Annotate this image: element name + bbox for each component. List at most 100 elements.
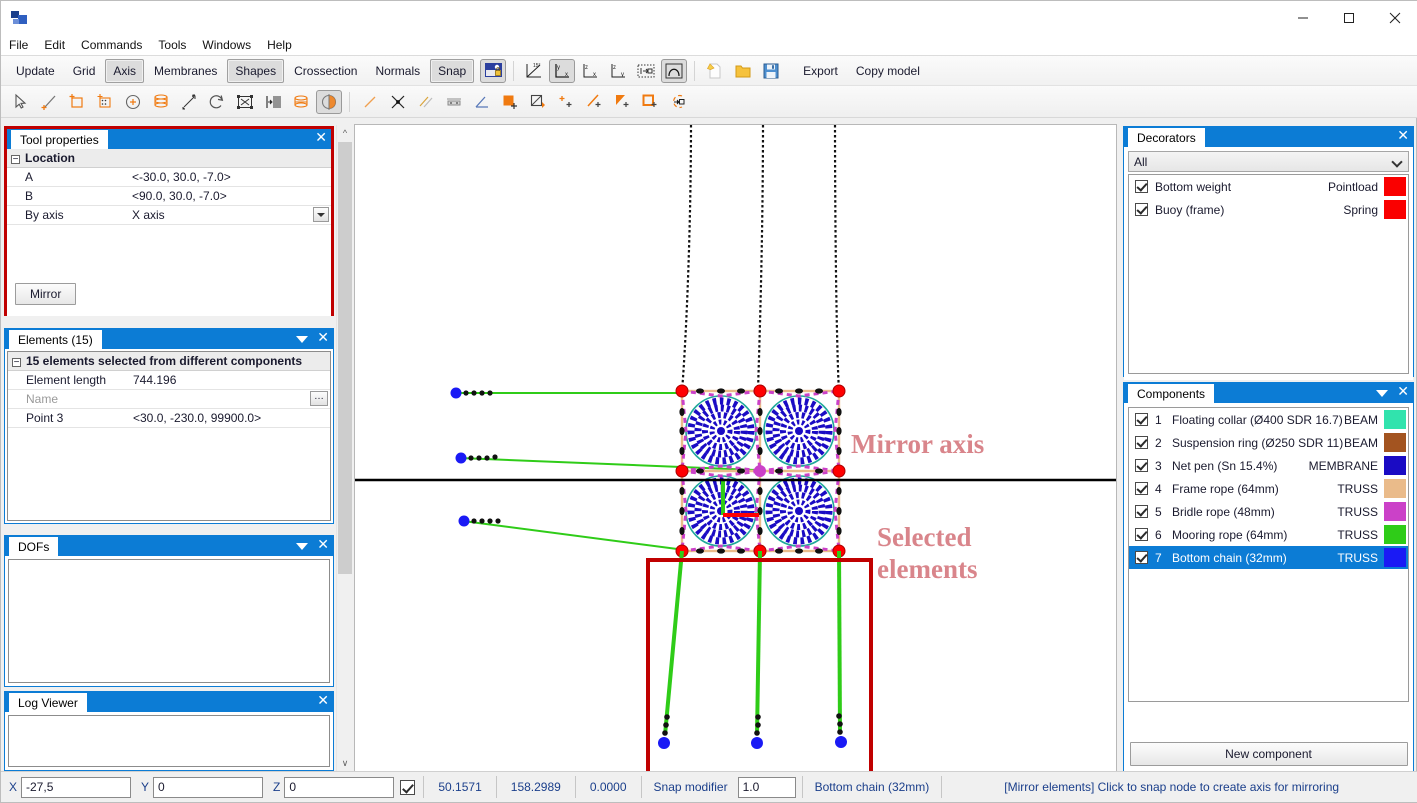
scale-icon[interactable] [176, 90, 202, 114]
add-triangle-icon[interactable] [609, 90, 635, 114]
components-menu-caret-icon[interactable] [1376, 389, 1389, 397]
add-square-icon[interactable] [637, 90, 663, 114]
fit-view-icon[interactable] [232, 90, 258, 114]
mirror-icon[interactable] [316, 89, 342, 114]
color-swatch[interactable] [1384, 479, 1406, 498]
angle-150-icon[interactable]: 15° [521, 59, 547, 83]
add-circle-icon[interactable] [120, 90, 146, 114]
toolbar-update-button[interactable]: Update [8, 59, 63, 83]
cylinder-icon[interactable] [148, 90, 174, 114]
chevron-down-icon[interactable] [313, 207, 329, 222]
table-row[interactable]: By axis X axis [7, 205, 331, 225]
z-input[interactable]: 0 [284, 776, 395, 798]
elements-tab[interactable]: Elements (15) [9, 330, 102, 349]
dofs-list[interactable] [8, 559, 330, 683]
parallel-icon[interactable] [413, 90, 439, 114]
angle-icon[interactable] [469, 90, 495, 114]
tool-properties-close-icon[interactable]: ✕ [315, 130, 327, 144]
left-dock-scrollbar[interactable]: ^ ∨ [336, 125, 352, 771]
decorator-checkbox[interactable] [1135, 203, 1148, 216]
fill-rect-icon[interactable] [497, 90, 523, 114]
component-checkbox[interactable] [1135, 459, 1148, 472]
line-icon[interactable] [357, 90, 383, 114]
list-item[interactable]: 3 Net pen (Sn 15.4%) MEMBRANE [1129, 454, 1408, 477]
axis-zx-icon[interactable]: z x [577, 59, 603, 83]
open-folder-icon[interactable] [730, 59, 756, 83]
toolbar-shapes-button[interactable]: Shapes [227, 58, 285, 83]
add-point-icon[interactable] [553, 90, 579, 114]
new-component-button[interactable]: New component [1129, 742, 1408, 766]
component-checkbox[interactable] [1135, 482, 1148, 495]
menu-commands[interactable]: Commands [73, 36, 150, 55]
decorators-list[interactable]: Bottom weight Pointload Buoy (frame) Spr… [1128, 174, 1409, 374]
toolbar-crossection-button[interactable]: Crossection [286, 59, 365, 83]
table-row[interactable]: Name … [8, 389, 330, 409]
point3-value[interactable]: <30.0, -230.0, 99900.0> [128, 408, 330, 428]
table-row[interactable]: Element length 744.196 [8, 370, 330, 390]
model-viewport[interactable]: Mirror axis Selected elements [354, 124, 1117, 772]
decorators-filter-select[interactable]: All [1128, 151, 1409, 172]
color-swatch[interactable] [1384, 502, 1406, 521]
decorators-tab[interactable]: Decorators [1128, 128, 1205, 147]
color-swatch[interactable] [1384, 548, 1406, 567]
list-item[interactable]: 2 Suspension ring (Ø250 SDR 11) BEAM [1129, 431, 1408, 454]
scroll-down-icon[interactable]: ∨ [337, 755, 353, 771]
add-line-icon[interactable] [36, 90, 62, 114]
table-row[interactable]: B <90.0, 30.0, -7.0> [7, 186, 331, 206]
extrude-icon[interactable] [288, 90, 314, 114]
menu-file[interactable]: File [1, 36, 36, 55]
mesh-lines-icon[interactable] [260, 90, 286, 114]
add-grid-icon[interactable] [92, 90, 118, 114]
color-swatch[interactable] [1384, 410, 1406, 429]
component-checkbox[interactable] [1135, 505, 1148, 518]
elements-group-header[interactable]: −15 elements selected from different com… [8, 352, 330, 371]
list-item[interactable]: 4 Frame rope (64mm) TRUSS [1129, 477, 1408, 500]
table-row[interactable]: A <-30.0, 30.0, -7.0> [7, 167, 331, 187]
menu-windows[interactable]: Windows [194, 36, 259, 55]
mirror-button[interactable]: Mirror [15, 283, 77, 305]
list-item[interactable]: Buoy (frame) Spring [1129, 198, 1408, 221]
log-viewer-text[interactable] [8, 715, 330, 767]
y-input[interactable]: 0 [153, 776, 264, 798]
export-button[interactable]: Export [795, 59, 846, 83]
menu-edit[interactable]: Edit [36, 36, 73, 55]
components-close-icon[interactable]: ✕ [1397, 384, 1409, 398]
maximize-button[interactable] [1326, 1, 1372, 34]
component-checkbox[interactable] [1135, 551, 1148, 564]
color-swatch[interactable] [1384, 525, 1406, 544]
toolbar-grid-button[interactable]: Grid [65, 59, 104, 83]
elements-menu-caret-icon[interactable] [296, 335, 309, 343]
snap-node-icon[interactable] [665, 90, 691, 114]
property-group-location[interactable]: − Location [7, 149, 331, 168]
list-item[interactable]: 5 Bridle rope (48mm) TRUSS [1129, 500, 1408, 523]
snap-modifier-input[interactable]: 1.0 [737, 776, 796, 798]
trim-rect-icon[interactable] [525, 90, 551, 114]
select-arrow-icon[interactable] [8, 90, 34, 114]
elements-close-icon[interactable]: ✕ [317, 330, 329, 344]
copy-model-button[interactable]: Copy model [848, 59, 928, 83]
tool-properties-tab[interactable]: Tool properties [11, 130, 108, 149]
chevron-down-icon[interactable] [1391, 156, 1403, 168]
list-item[interactable]: 7 Bottom chain (32mm) TRUSS [1129, 546, 1408, 569]
log-viewer-tab[interactable]: Log Viewer [9, 693, 87, 712]
log-viewer-close-icon[interactable]: ✕ [317, 693, 329, 707]
dofs-close-icon[interactable]: ✕ [317, 537, 329, 551]
offset-icon[interactable] [441, 90, 467, 114]
color-swatch[interactable] [1384, 456, 1406, 475]
property-value-a[interactable]: <-30.0, 30.0, -7.0> [127, 167, 331, 187]
component-checkbox[interactable] [1135, 413, 1148, 426]
ellipsis-button[interactable]: … [310, 391, 328, 406]
minimize-button[interactable] [1280, 1, 1326, 34]
lock-view-icon[interactable] [480, 58, 507, 83]
bbox-icon[interactable] [633, 59, 659, 83]
axis-zy-icon[interactable]: z y [605, 59, 631, 83]
menu-help[interactable]: Help [259, 36, 300, 55]
components-tab[interactable]: Components [1128, 384, 1215, 403]
scrollbar-thumb[interactable] [338, 142, 352, 574]
toolbar-normals-button[interactable]: Normals [367, 59, 428, 83]
components-list[interactable]: 1 Floating collar (Ø400 SDR 16.7) BEAM 2… [1128, 407, 1409, 702]
axis-yx-icon[interactable]: y x [549, 58, 576, 83]
model-canvas[interactable] [355, 125, 1117, 772]
element-length-value[interactable]: 744.196 [128, 370, 330, 390]
menu-tools[interactable]: Tools [150, 36, 194, 55]
